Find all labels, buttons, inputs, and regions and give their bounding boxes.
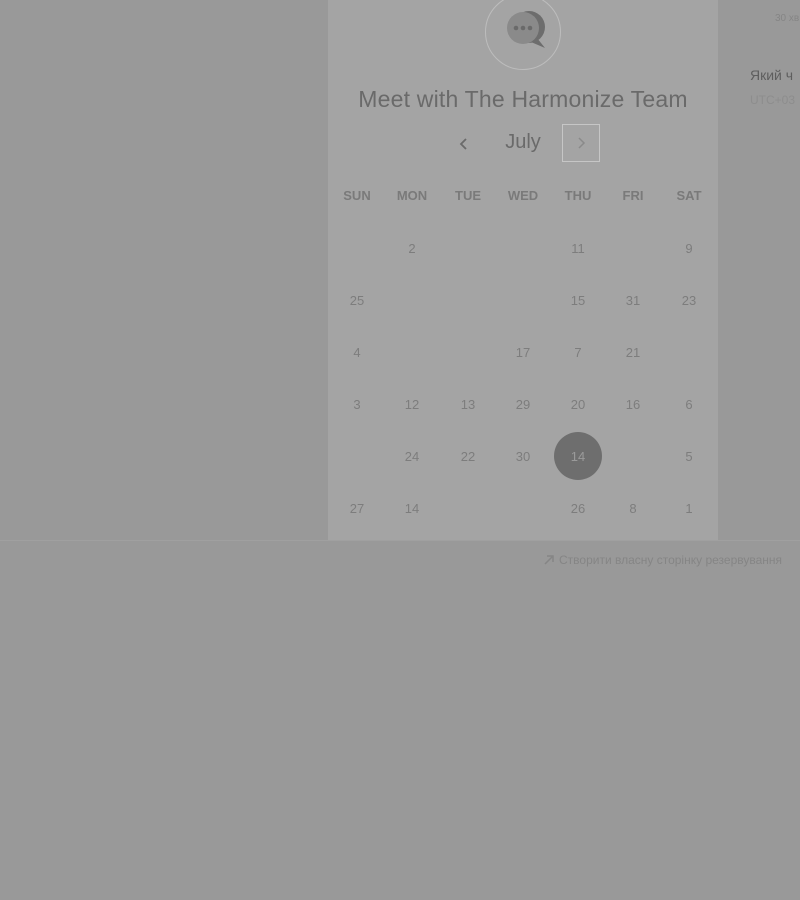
booking-card: Meet with The Harmonize Team July SUN MON… <box>328 0 718 540</box>
external-link-icon <box>544 555 554 565</box>
calendar-grid: 2 11 9 25 15 31 23 4 17 7 21 3 12 13 29 20 16 6 24 22 30 14 5 2… <box>328 0 718 540</box>
calendar-day[interactable]: 1 <box>665 484 713 532</box>
calendar-day[interactable]: 30 <box>499 432 547 480</box>
calendar-day[interactable]: 31 <box>609 276 657 324</box>
calendar-day[interactable]: 5 <box>665 432 713 480</box>
calendar-day[interactable]: 17 <box>499 328 547 376</box>
calendar-day[interactable]: 21 <box>609 328 657 376</box>
calendar-day[interactable]: 6 <box>665 380 713 428</box>
calendar-day[interactable]: 2 <box>388 224 436 272</box>
calendar-day[interactable]: 15 <box>554 276 602 324</box>
calendar-day[interactable]: 12 <box>388 380 436 428</box>
calendar-day[interactable]: 4 <box>333 328 381 376</box>
event-question: Який ч <box>750 67 794 83</box>
event-details-panel: 30 хв Який ч UTC+03 <box>720 0 800 120</box>
calendar-day[interactable]: 25 <box>333 276 381 324</box>
calendar-day[interactable]: 20 <box>554 380 602 428</box>
event-timezone: UTC+03 <box>750 93 796 107</box>
calendar-day[interactable]: 24 <box>388 432 436 480</box>
calendar-day[interactable]: 8 <box>609 484 657 532</box>
calendar-day[interactable]: 16 <box>609 380 657 428</box>
calendar-day[interactable]: 14 <box>388 484 436 532</box>
calendar-day[interactable]: 29 <box>499 380 547 428</box>
calendar-day[interactable]: 22 <box>444 432 492 480</box>
calendar-day-selected[interactable]: 14 <box>554 432 602 480</box>
calendar-day[interactable]: 23 <box>665 276 713 324</box>
calendar-day[interactable]: 7 <box>554 328 602 376</box>
calendar-day[interactable]: 9 <box>665 224 713 272</box>
create-booking-page-link[interactable]: Створити власну сторінку резервування <box>542 553 782 567</box>
calendar-day[interactable]: 3 <box>333 380 381 428</box>
calendar-day[interactable]: 13 <box>444 380 492 428</box>
calendar-day[interactable]: 26 <box>554 484 602 532</box>
calendar-day[interactable]: 11 <box>554 224 602 272</box>
page-divider <box>0 540 800 541</box>
event-duration: 30 хв <box>775 13 800 24</box>
calendar-day[interactable]: 27 <box>333 484 381 532</box>
create-link-label: Створити власну сторінку резервування <box>559 553 783 567</box>
